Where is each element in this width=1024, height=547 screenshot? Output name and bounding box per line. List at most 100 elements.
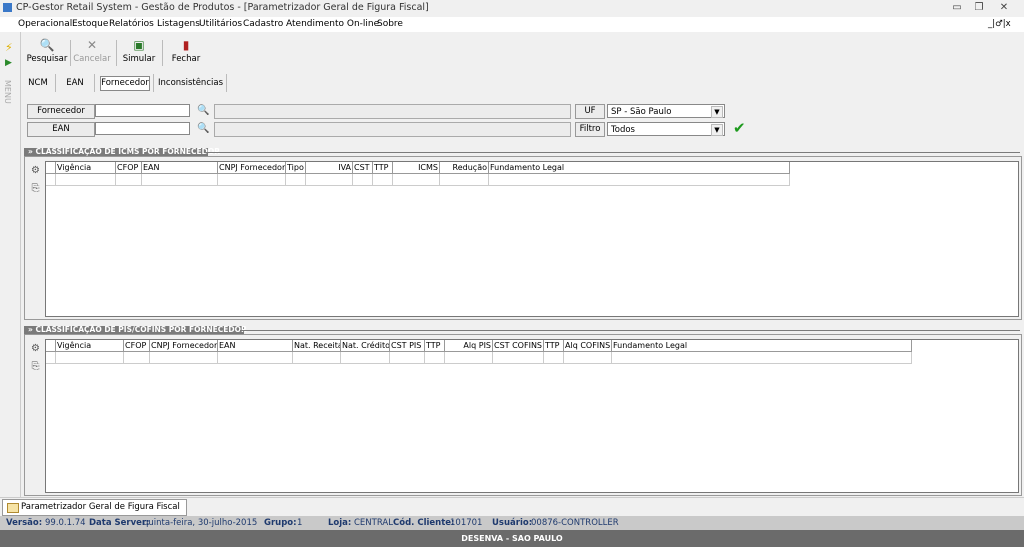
table-cell[interactable] [150,352,218,364]
minimize-button[interactable]: ▭ [948,1,966,14]
table-cell[interactable] [612,352,912,364]
menu-estoque[interactable]: Estoque [72,19,108,29]
chevron-down-icon[interactable]: ▼ [711,106,723,118]
uf-select[interactable]: SP - São Paulo ▼ [607,104,725,118]
ean-input[interactable] [95,122,190,135]
table-cell[interactable] [390,352,425,364]
table-cell[interactable] [489,174,790,186]
table-cell[interactable] [393,174,440,186]
table-cell[interactable] [56,352,124,364]
tab-ncm[interactable]: NCM [24,76,52,91]
table-cell[interactable] [56,174,116,186]
fechar-button[interactable]: ▮ Fechar [163,38,209,68]
table-cell[interactable] [306,174,353,186]
fechar-label: Fechar [171,54,201,64]
icms-col-fundamento[interactable]: Fundamento Legal [489,162,790,174]
menu-relatorios[interactable]: Relatórios [109,19,154,29]
tab-inconsistencias[interactable]: Inconsistências [158,76,223,91]
icms-col-cnpj[interactable]: CNPJ Fornecedor [218,162,286,174]
icms-col-cfop[interactable]: CFOP [116,162,142,174]
chevron-down-icon[interactable]: ▼ [711,124,723,136]
pis-col-fundamento[interactable]: Fundamento Legal [612,340,912,352]
row-indicator-header [46,340,56,352]
menu-listagens[interactable]: Listagens [157,19,200,29]
fornecedor-input[interactable] [95,104,190,117]
menu-sobre[interactable]: Sobre [377,19,403,29]
document-tab[interactable]: Parametrizador Geral de Figura Fiscal [2,499,187,516]
pis-col-alq-pis[interactable]: Alq PIS [445,340,493,352]
table-cell[interactable] [425,352,445,364]
pis-col-ttp-cofins[interactable]: TTP [544,340,564,352]
loja-value: CENTRAL [354,518,393,528]
menu-utilitarios[interactable]: Utilitários [199,19,242,29]
pis-col-alq-cofins[interactable]: Alq COFINS [564,340,612,352]
mdi-controls[interactable]: _|♂|x [988,19,1011,29]
filtro-select[interactable]: Todos ▼ [607,122,725,136]
icms-col-ean[interactable]: EAN [142,162,218,174]
menu-cadastro[interactable]: Cadastro [243,19,283,29]
environment-footer: DESENVA - SAO PAULO [0,530,1024,547]
tab-fornecedor[interactable]: Fornecedor [100,76,150,91]
simular-button[interactable]: ▣ Simular [116,38,162,68]
usuario-label: Usuário: [492,518,533,528]
table-cell[interactable] [445,352,493,364]
search-icon[interactable]: 🔍 [197,123,209,135]
pis-col-cfop[interactable]: CFOP [124,340,150,352]
pis-col-cnpj[interactable]: CNPJ Fornecedor [150,340,218,352]
grid-export-icon[interactable]: ⎘ [29,183,42,195]
pis-col-nat-credito[interactable]: Nat. Crédito [341,340,390,352]
menu-operacional[interactable]: Operacional [18,19,72,29]
grid-export-icon[interactable]: ⎘ [29,361,42,373]
table-cell[interactable] [286,174,306,186]
grid-settings-icon[interactable]: ⚙ [29,165,42,177]
status-bar: Versão: 99.0.1.74 Data Server: quinta-fe… [0,516,1024,530]
menu-side-label[interactable]: MENU [3,80,12,104]
restore-button[interactable]: ❐ [970,1,988,14]
icms-col-tipo[interactable]: Tipo [286,162,306,174]
pis-col-nat-receita[interactable]: Nat. Receita [293,340,341,352]
cancelar-button[interactable]: ✕ Cancelar [69,38,115,68]
pesquisar-button[interactable]: 🔍 Pesquisar [24,38,70,68]
row-indicator-header [46,162,56,174]
icms-col-cst[interactable]: CST [353,162,373,174]
search-icon[interactable]: 🔍 [197,105,209,117]
icms-col-ttp[interactable]: TTP [373,162,393,174]
table-cell[interactable] [544,352,564,364]
grid-settings-icon[interactable]: ⚙ [29,343,42,355]
pis-col-cst-cofins[interactable]: CST COFINS [493,340,544,352]
fornecedor-label-button[interactable]: Fornecedor [27,104,95,119]
tab-ean[interactable]: EAN [61,76,89,91]
table-cell[interactable] [440,174,489,186]
menu-bar: Operacional Estoque Relatórios Listagens… [0,17,1024,32]
server-label: Data Server: [89,518,150,528]
table-cell[interactable] [341,352,390,364]
table-cell[interactable] [564,352,612,364]
icms-col-vigencia[interactable]: Vigência [56,162,116,174]
table-cell[interactable] [218,174,286,186]
table-cell[interactable] [218,352,293,364]
icms-col-reducao[interactable]: Redução [440,162,489,174]
table-cell[interactable] [116,174,142,186]
table-cell[interactable] [353,174,373,186]
table-cell[interactable] [493,352,544,364]
uf-label-button[interactable]: UF [575,104,605,119]
icms-col-icms[interactable]: ICMS [393,162,440,174]
table-cell[interactable] [142,174,218,186]
play-icon[interactable]: ▶ [5,58,12,68]
pis-col-vigencia[interactable]: Vigência [56,340,124,352]
pis-col-ean[interactable]: EAN [218,340,293,352]
server-value: quinta-feira, 30-julho-2015 [143,518,258,528]
search-icon: 🔍 [39,38,55,52]
icms-col-iva[interactable]: IVA [306,162,353,174]
table-cell[interactable] [293,352,341,364]
table-cell[interactable] [373,174,393,186]
pis-col-cst-pis[interactable]: CST PIS [390,340,425,352]
confirm-check-icon[interactable]: ✔ [733,119,746,137]
menu-atendimento-online[interactable]: Atendimento On-line [286,19,379,29]
lightning-icon[interactable]: ⚡ [5,41,13,54]
ean-label-button[interactable]: EAN [27,122,95,137]
close-button[interactable]: ✕ [995,1,1013,14]
filtro-label-button[interactable]: Filtro [575,122,605,137]
pis-col-ttp[interactable]: TTP [425,340,445,352]
table-cell[interactable] [124,352,150,364]
